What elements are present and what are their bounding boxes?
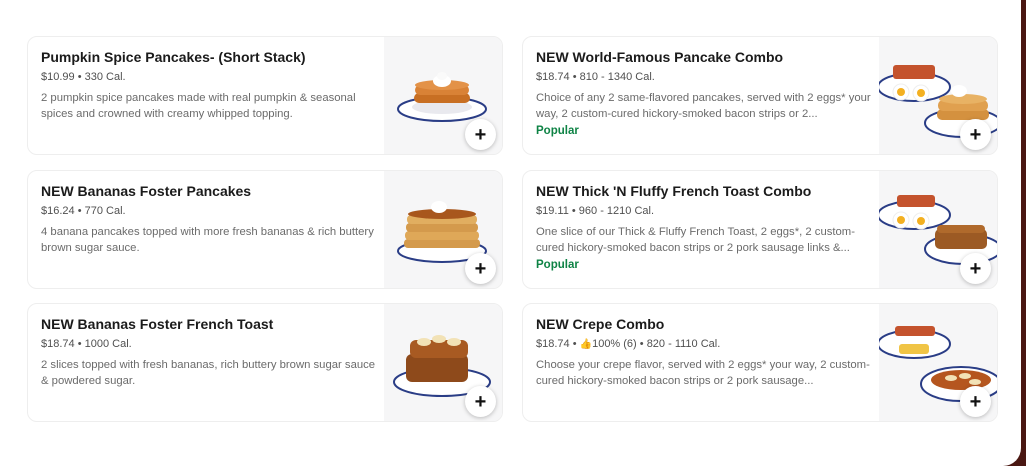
menu-item-title: NEW Bananas Foster French Toast [41,316,274,332]
meta-separator: • [569,71,580,83]
menu-item-calories: 330 Cal. [84,71,126,83]
menu-item-text: NEW Crepe Combo $18.74 • 👍100% (6) • 820… [536,316,871,389]
thumbs-up-icon: 👍 [579,339,593,350]
meta-separator: • [74,71,85,83]
menu-item-text: NEW World-Famous Pancake Combo $18.74 • … [536,49,871,139]
menu-item-title: NEW Bananas Foster Pancakes [41,183,252,199]
meta-separator: • [569,338,580,350]
menu-item-image: + [384,37,502,154]
menu-panel: Pumpkin Spice Pancakes- (Short Stack) $1… [0,0,1021,466]
menu-item-text: NEW Bananas Foster French Toast $18.74 •… [41,316,376,389]
menu-item-description: Choice of any 2 same-flavored pancakes, … [536,92,871,120]
menu-item-price: $18.74 [41,338,75,350]
menu-item-text: NEW Thick 'N Fluffy French Toast Combo $… [536,183,871,273]
popular-badge: Popular [536,259,579,271]
menu-item-image: + [384,304,502,421]
menu-item-title: NEW World-Famous Pancake Combo [536,49,784,65]
menu-item-meta: $18.74 • 810 - 1340 Cal. [536,70,871,85]
meta-separator: • [74,338,85,350]
popular-badge: Popular [536,125,579,137]
add-to-cart-button[interactable]: + [465,253,496,284]
menu-item-meta: $16.24 • 770 Cal. [41,204,376,219]
menu-item-image: + [879,304,997,421]
menu-item-calories: 1000 Cal. [84,338,132,350]
menu-item-description: One slice of our Thick & Fluffy French T… [536,226,855,254]
meta-separator: • [74,205,85,217]
menu-item-description: 2 slices topped with fresh bananas, rich… [41,359,376,387]
menu-item-card[interactable]: Pumpkin Spice Pancakes- (Short Stack) $1… [27,36,503,155]
menu-item-meta: $18.74 • 1000 Cal. [41,337,376,352]
menu-item-calories: 820 - 1110 Cal. [646,338,721,350]
menu-item-card[interactable]: NEW Bananas Foster French Toast $18.74 •… [27,303,503,422]
menu-item-price: $18.74 [536,71,570,83]
menu-item-description: 4 banana pancakes topped with more fresh… [41,226,374,254]
menu-item-title: NEW Thick 'N Fluffy French Toast Combo [536,183,812,199]
menu-item-image: + [879,171,997,288]
menu-item-price: $10.99 [41,71,75,83]
menu-item-meta: $19.11 • 960 - 1210 Cal. [536,204,871,219]
menu-item-meta: $10.99 • 330 Cal. [41,70,376,85]
menu-item-card[interactable]: NEW World-Famous Pancake Combo $18.74 • … [522,36,998,155]
menu-item-card[interactable]: NEW Thick 'N Fluffy French Toast Combo $… [522,170,998,289]
menu-item-calories: 960 - 1210 Cal. [578,205,655,217]
meta-separator: • [568,205,579,217]
add-to-cart-button[interactable]: + [960,253,991,284]
menu-item-title: NEW Crepe Combo [536,316,665,332]
add-to-cart-button[interactable]: + [960,386,991,417]
menu-item-price: $18.74 [536,338,570,350]
menu-item-description: Choose your crepe flavor, served with 2 … [536,359,870,387]
menu-item-text: Pumpkin Spice Pancakes- (Short Stack) $1… [41,49,376,122]
meta-separator: • [636,338,647,350]
menu-item-calories: 770 Cal. [84,205,126,217]
menu-item-price: $16.24 [41,205,75,217]
menu-item-title: Pumpkin Spice Pancakes- (Short Stack) [41,49,306,65]
menu-item-text: NEW Bananas Foster Pancakes $16.24 • 770… [41,183,376,256]
menu-item-calories: 810 - 1340 Cal. [579,71,655,83]
menu-item-card[interactable]: NEW Bananas Foster Pancakes $16.24 • 770… [27,170,503,289]
menu-item-rating: 100% (6) [592,338,637,350]
add-to-cart-button[interactable]: + [960,119,991,150]
menu-item-description: 2 pumpkin spice pancakes made with real … [41,92,356,120]
menu-item-image: + [879,37,997,154]
menu-item-image: + [384,171,502,288]
menu-item-price: $19.11 [536,205,569,217]
menu-item-card[interactable]: NEW Crepe Combo $18.74 • 👍100% (6) • 820… [522,303,998,422]
add-to-cart-button[interactable]: + [465,119,496,150]
menu-item-meta: $18.74 • 👍100% (6) • 820 - 1110 Cal. [536,337,871,352]
add-to-cart-button[interactable]: + [465,386,496,417]
